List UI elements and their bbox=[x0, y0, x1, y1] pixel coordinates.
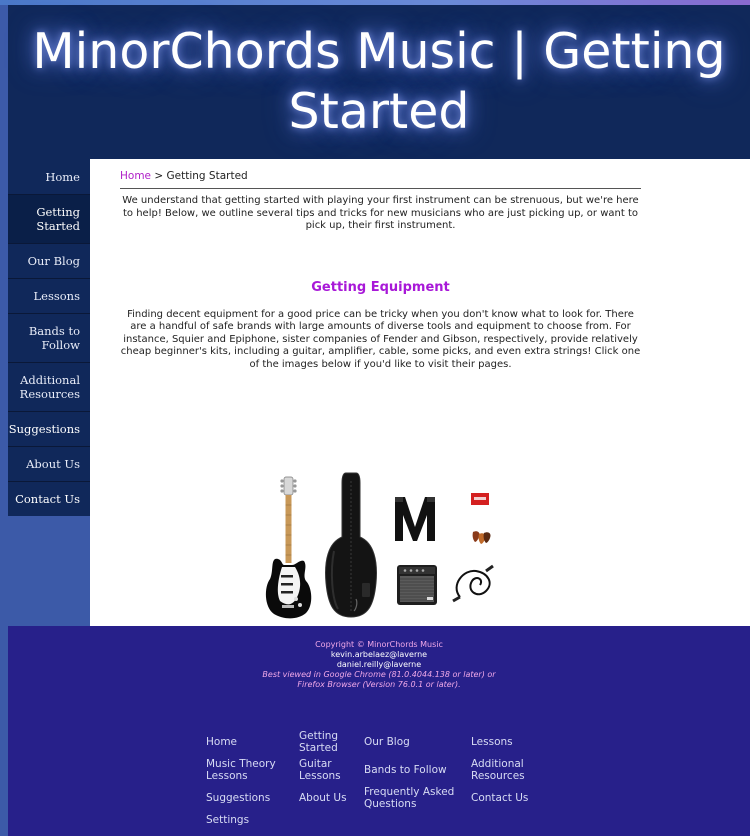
footer-link-contact-us[interactable]: Contact Us bbox=[471, 792, 551, 804]
footer-link-additional-resources[interactable]: Additional Resources bbox=[471, 758, 551, 782]
footer-link-faq[interactable]: Frequently Asked Questions bbox=[364, 786, 464, 810]
footer-link-suggestions[interactable]: Suggestions bbox=[206, 792, 291, 804]
browser-note-line-1: Best viewed in Google Chrome (81.0.4044.… bbox=[262, 670, 496, 679]
breadcrumb-current: Getting Started bbox=[166, 170, 248, 182]
sidebar-item-bands-to-follow[interactable]: Bands to Follow bbox=[8, 313, 90, 362]
footer-link-getting-started[interactable]: Getting Started bbox=[299, 730, 359, 754]
breadcrumb-home-link[interactable]: Home bbox=[120, 170, 151, 182]
main-content: Home > Getting Started We understand tha… bbox=[90, 159, 750, 626]
beginner-kit-images bbox=[262, 471, 502, 621]
electric-guitar-icon[interactable] bbox=[262, 475, 314, 621]
breadcrumb-separator: > bbox=[154, 170, 164, 182]
sidebar-item-getting-started[interactable]: Getting Started bbox=[8, 194, 90, 243]
section-paragraph: Finding decent equipment for a good pric… bbox=[120, 308, 641, 370]
content-column: Home > Getting Started We understand tha… bbox=[120, 169, 641, 371]
sidebar-item-lessons[interactable]: Lessons bbox=[8, 278, 90, 313]
instrument-cable-icon[interactable] bbox=[450, 563, 496, 603]
breadcrumb: Home > Getting Started bbox=[120, 169, 641, 189]
contact-email-2: daniel.reilly@laverne bbox=[336, 660, 422, 669]
sidebar-item-contact-us[interactable]: Contact Us bbox=[8, 481, 90, 516]
intro-paragraph: We understand that getting started with … bbox=[122, 195, 639, 231]
string-pack-icon[interactable] bbox=[471, 493, 489, 505]
sidebar-item-additional-resources[interactable]: Additional Resources bbox=[8, 362, 90, 411]
copyright-block: Copyright © MinorChords Music kevin.arbe… bbox=[8, 640, 750, 690]
footer-link-guitar-lessons[interactable]: Guitar Lessons bbox=[299, 758, 359, 782]
guitar-strap-icon[interactable] bbox=[392, 493, 438, 545]
footer-link-music-theory-lessons[interactable]: Music Theory Lessons bbox=[206, 758, 291, 782]
sidebar-item-home[interactable]: Home bbox=[8, 159, 90, 194]
copyright-text: Copyright © MinorChords Music bbox=[315, 640, 443, 649]
guitar-picks-icon[interactable] bbox=[472, 531, 492, 545]
footer-link-settings[interactable]: Settings bbox=[206, 814, 286, 826]
sidebar-item-suggestions[interactable]: Suggestions bbox=[8, 411, 90, 446]
footer-link-home[interactable]: Home bbox=[206, 736, 286, 748]
footer-link-our-blog[interactable]: Our Blog bbox=[364, 736, 459, 748]
site-title: MinorChords Music | Getting Started bbox=[32, 23, 726, 140]
footer-link-lessons[interactable]: Lessons bbox=[471, 736, 551, 748]
site-header: MinorChords Music | Getting Started bbox=[8, 5, 750, 159]
sidebar-item-our-blog[interactable]: Our Blog bbox=[8, 243, 90, 278]
footer-link-about-us[interactable]: About Us bbox=[299, 792, 359, 804]
sidebar-item-about-us[interactable]: About Us bbox=[8, 446, 90, 481]
amplifier-icon[interactable] bbox=[397, 565, 437, 605]
gig-bag-icon[interactable] bbox=[320, 471, 382, 621]
sidebar-nav: Home Getting Started Our Blog Lessons Ba… bbox=[8, 159, 90, 516]
site-footer: Copyright © MinorChords Music kevin.arbe… bbox=[8, 626, 750, 836]
section-heading: Getting Equipment bbox=[311, 279, 450, 295]
browser-note-line-2: Firefox Browser (Version 76.0.1 or later… bbox=[297, 680, 461, 689]
contact-email-1: kevin.arbelaez@laverne bbox=[330, 650, 428, 659]
footer-link-bands-to-follow[interactable]: Bands to Follow bbox=[364, 764, 459, 776]
